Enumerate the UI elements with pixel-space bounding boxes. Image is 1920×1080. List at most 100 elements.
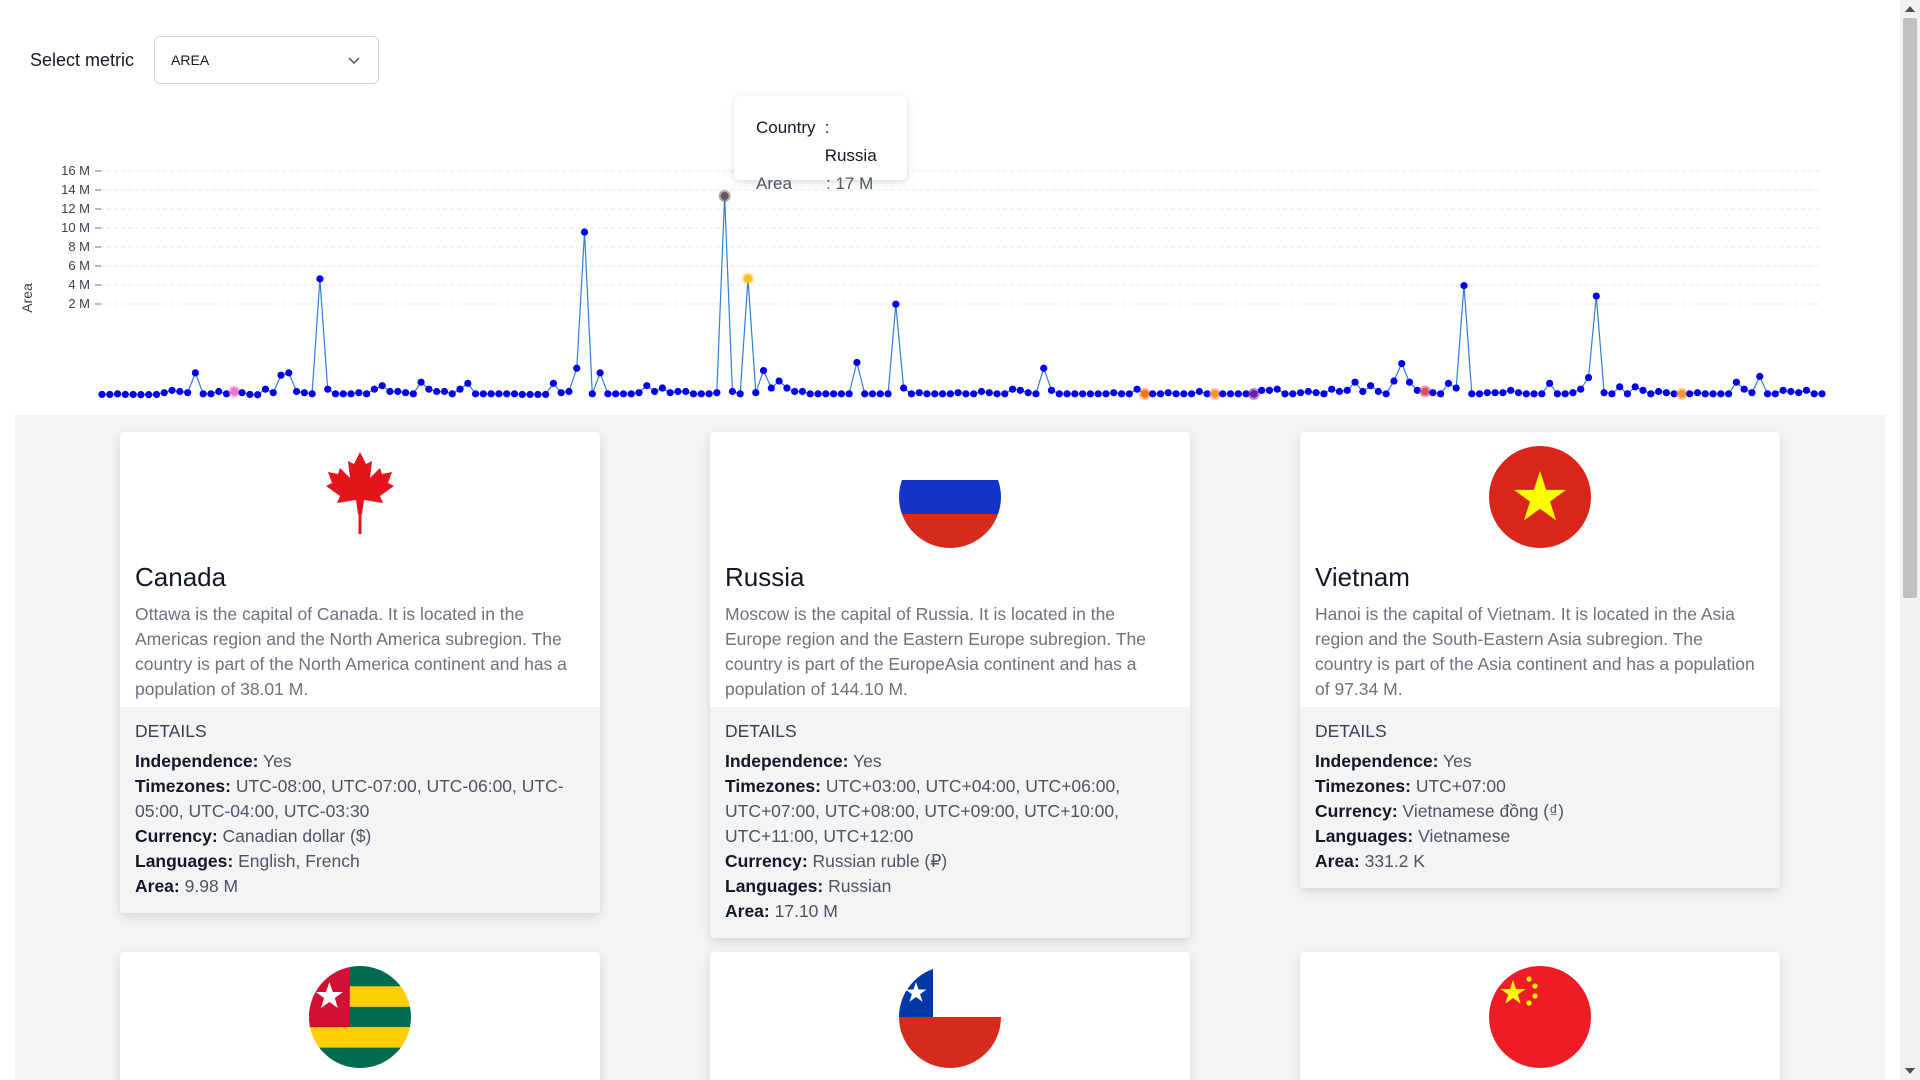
data-point <box>1460 282 1468 290</box>
data-point <box>845 390 853 398</box>
data-point <box>1024 389 1032 397</box>
detail-timezones: Timezones: UTC-08:00, UTC-07:00, UTC-06:… <box>135 776 564 821</box>
country-card-china[interactable] <box>1300 952 1780 1080</box>
data-point <box>946 390 954 398</box>
metric-select[interactable]: AREA <box>154 36 380 84</box>
detail-area: Area: 331.2 K <box>1315 851 1425 871</box>
detail-languages: Languages: Vietnamese <box>1315 826 1511 846</box>
data-point <box>1452 384 1460 392</box>
data-point <box>1756 372 1764 380</box>
data-point <box>261 385 270 393</box>
data-point <box>145 391 153 399</box>
detail-currency: Currency: Vietnamese đồng (₫) <box>1315 801 1564 821</box>
page-scrollbar[interactable] <box>1900 0 1920 1080</box>
data-point <box>1405 378 1414 386</box>
scroll-up-icon[interactable] <box>1905 6 1915 12</box>
scrollbar-thumb[interactable] <box>1903 18 1917 598</box>
chile-flag-icon <box>899 966 1001 1068</box>
detail-independence: Independence: Yes <box>725 751 882 771</box>
data-point <box>1125 390 1133 398</box>
data-point <box>425 385 433 393</box>
data-point <box>1273 385 1281 393</box>
data-point <box>1616 383 1624 391</box>
tooltip-key-area: Area <box>756 174 792 193</box>
data-point <box>557 389 565 397</box>
data-point <box>736 390 744 398</box>
data-point <box>269 389 277 397</box>
data-point <box>1180 390 1188 398</box>
country-card-togo[interactable] <box>120 952 600 1080</box>
data-point <box>160 389 168 397</box>
vietnam-flag-icon <box>1489 446 1591 548</box>
series-line <box>102 195 1822 396</box>
data-point <box>176 387 184 396</box>
data-point <box>759 366 768 375</box>
data-point <box>1226 390 1235 398</box>
detail-timezones: Timezones: UTC+03:00, UTC+04:00, UTC+06:… <box>725 776 1121 846</box>
data-point <box>1001 390 1009 398</box>
data-point <box>1374 387 1382 396</box>
data-point <box>238 389 246 397</box>
scroll-down-icon[interactable] <box>1905 1068 1915 1074</box>
data-point <box>580 228 589 236</box>
data-point <box>1304 387 1312 396</box>
details-title: DETAILS <box>135 721 207 741</box>
data-point <box>1810 390 1818 398</box>
data-point <box>1382 390 1390 398</box>
data-point <box>1359 387 1367 396</box>
data-point <box>1149 390 1157 398</box>
data-point <box>954 389 962 397</box>
data-point <box>853 358 861 367</box>
data-point <box>1040 364 1048 372</box>
data-point <box>168 386 176 394</box>
detail-currency: Currency: Canadian dollar ($) <box>135 826 372 846</box>
data-point <box>1709 390 1717 398</box>
data-point <box>1795 389 1803 397</box>
country-card-vietnam[interactable]: Vietnam Hanoi is the capital of Vietnam.… <box>1300 432 1780 888</box>
data-point <box>479 390 487 398</box>
data-point <box>285 369 293 377</box>
data-point <box>1771 390 1779 398</box>
data-point <box>876 390 884 398</box>
country-card-canada[interactable]: Canada Ottawa is the capital of Canada. … <box>120 432 600 913</box>
data-point <box>674 387 682 396</box>
data-point <box>1265 386 1274 394</box>
data-point <box>1398 359 1406 368</box>
data-point <box>440 387 449 396</box>
data-point <box>1732 378 1740 386</box>
country-card-chile[interactable] <box>710 952 1190 1080</box>
data-point <box>1390 377 1398 385</box>
data-point <box>689 390 698 398</box>
data-point <box>308 390 316 398</box>
data-point <box>884 390 892 398</box>
y-tick-label: 16 M <box>61 163 90 178</box>
area-line-chart[interactable]: 2 M 4 M 6 M 8 M 10 M 12 M 14 M 16 M Area <box>0 90 1900 420</box>
data-point <box>417 378 425 386</box>
data-point <box>923 390 931 398</box>
data-point <box>401 389 410 397</box>
data-point <box>822 390 830 398</box>
data-point <box>1763 390 1772 398</box>
data-point <box>1468 390 1476 398</box>
country-card-russia[interactable]: Russia Moscow is the capital of Russia. … <box>710 432 1190 938</box>
data-point <box>1117 390 1126 398</box>
data-point <box>1289 390 1297 398</box>
country-cards-grid: Canada Ottawa is the capital of Canada. … <box>15 415 1885 1080</box>
data-point <box>518 390 526 399</box>
data-point <box>1740 385 1748 393</box>
data-point <box>184 389 192 397</box>
data-point <box>1296 389 1305 397</box>
card-details: DETAILS Independence: Yes Timezones: UTC… <box>120 707 600 913</box>
data-point <box>658 384 666 392</box>
data-point <box>1102 390 1110 398</box>
data-point <box>1662 389 1670 397</box>
china-flag-icon <box>1489 966 1591 1068</box>
togo-flag-icon <box>309 966 411 1068</box>
country-name: Russia <box>725 562 805 592</box>
data-point <box>277 371 285 379</box>
detail-independence: Independence: Yes <box>135 751 292 771</box>
data-point <box>791 387 799 396</box>
data-point <box>191 369 199 377</box>
data-point <box>510 390 519 398</box>
data-point <box>1366 382 1375 390</box>
